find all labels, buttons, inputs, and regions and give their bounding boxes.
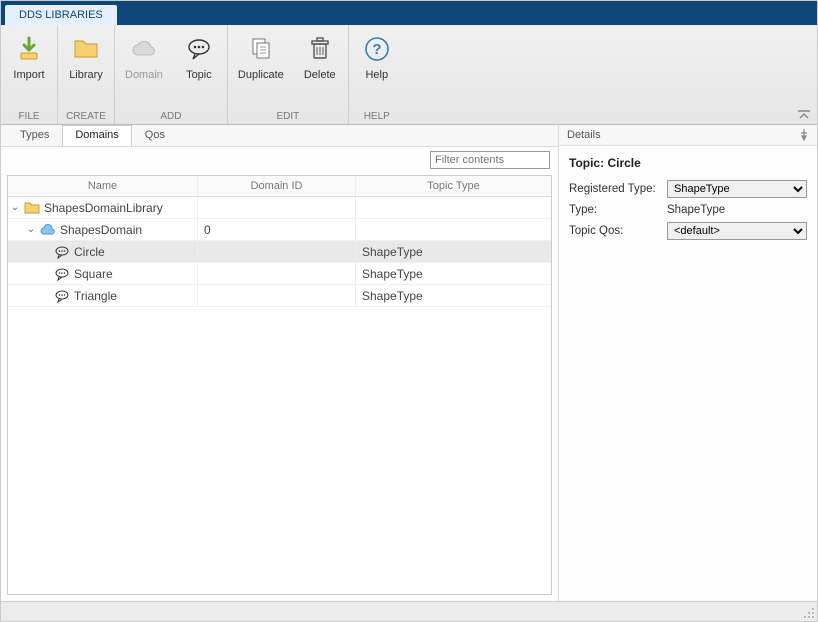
resize-grip-icon[interactable] [803,607,815,619]
topic-qos-label: Topic Qos: [569,225,659,237]
col-domainid[interactable]: Domain ID [198,176,356,196]
delete-label: Delete [304,69,336,81]
ribbon-group-file-label: FILE [7,109,51,124]
ribbon: Import FILE Library CREATE [1,25,817,125]
pin-icon[interactable] [799,129,809,141]
import-icon [13,33,45,65]
svg-text:?: ? [372,41,381,58]
tree-header: Name Domain ID Topic Type [8,176,551,197]
domain-label: Domain [125,69,163,81]
import-label: Import [13,69,44,81]
app-window: DDS LIBRARIES Import FILE [0,0,818,622]
title-tabstrip: DDS LIBRARIES [1,1,817,25]
ribbon-group-help: ? Help HELP [349,25,405,124]
type-value: ShapeType [667,204,725,216]
topic-type-cell: ShapeType [356,263,551,284]
ribbon-group-create-label: CREATE [64,109,108,124]
topic-small-icon [54,289,70,303]
topic-type-cell: ShapeType [356,241,551,262]
details-header-label: Details [567,129,601,141]
topic-button[interactable]: Topic [177,29,221,85]
cloud-icon [128,33,160,65]
details-body: Topic: Circle Registered Type: ShapeType… [559,146,817,256]
topic-type-cell: ShapeType [356,285,551,306]
library-button[interactable]: Library [64,29,108,85]
topic-label: Topic [186,69,212,81]
domain-tree[interactable]: Name Domain ID Topic Type ⌄ ShapesDomain… [7,175,552,595]
statusbar [1,601,817,621]
trash-icon [304,33,336,65]
duplicate-icon [245,33,277,65]
topic-name: Triangle [74,289,117,303]
topic-name: Square [74,267,113,281]
duplicate-button[interactable]: Duplicate [234,29,288,85]
tree-row-topic[interactable]: Square ShapeType [8,263,551,285]
folder-icon [70,33,102,65]
col-name[interactable]: Name [8,176,198,196]
tree-row-domain[interactable]: ⌄ ShapesDomain 0 [8,219,551,241]
ribbon-group-file: Import FILE [1,25,58,124]
ribbon-group-create: Library CREATE [58,25,115,124]
library-label: Library [69,69,103,81]
left-panel: Types Domains Qos Name Domain ID Topic T… [1,125,559,601]
delete-button[interactable]: Delete [298,29,342,85]
subtabs: Types Domains Qos [1,125,558,147]
tab-domains[interactable]: Domains [62,125,131,146]
help-label: Help [365,69,388,81]
details-title: Topic: Circle [569,156,807,170]
expand-toggle[interactable]: ⌄ [26,224,36,235]
ribbon-collapse-button[interactable] [797,110,811,120]
topic-name: Circle [74,245,105,259]
body: Types Domains Qos Name Domain ID Topic T… [1,125,817,601]
tree-row-topic[interactable]: Circle ShapeType [8,241,551,263]
tab-qos[interactable]: Qos [132,125,178,146]
details-header: Details [559,125,817,146]
ribbon-group-add: Domain Topic ADD [115,25,228,124]
topic-small-icon [54,267,70,281]
tree-row-library[interactable]: ⌄ ShapesDomainLibrary [8,197,551,219]
ribbon-group-add-label: ADD [121,109,221,124]
filter-row [7,147,552,175]
col-topictype[interactable]: Topic Type [356,176,551,196]
registered-type-select[interactable]: ShapeType [667,180,807,198]
domain-name: ShapesDomain [60,223,142,237]
folder-small-icon [24,201,40,215]
title-tab-dds-libraries[interactable]: DDS LIBRARIES [5,5,117,25]
registered-type-label: Registered Type: [569,183,659,195]
library-name: ShapesDomainLibrary [44,201,163,215]
ribbon-group-edit-label: EDIT [234,109,342,124]
domain-button: Domain [121,29,167,85]
help-icon: ? [361,33,393,65]
type-label: Type: [569,204,659,216]
help-button[interactable]: ? Help [355,29,399,85]
tab-types[interactable]: Types [7,125,62,146]
import-button[interactable]: Import [7,29,51,85]
field-topic-qos: Topic Qos: <default> [569,222,807,240]
ribbon-group-help-label: HELP [355,109,399,124]
field-registered-type: Registered Type: ShapeType [569,180,807,198]
filter-input[interactable] [430,151,550,169]
topic-icon [183,33,215,65]
cloud-small-icon [40,223,56,237]
tree-row-topic[interactable]: Triangle ShapeType [8,285,551,307]
details-panel: Details Topic: Circle Registered Type: S… [559,125,817,601]
expand-toggle[interactable]: ⌄ [10,202,20,213]
topic-small-icon [54,245,70,259]
field-type: Type: ShapeType [569,204,807,216]
duplicate-label: Duplicate [238,69,284,81]
ribbon-group-edit: Duplicate Delete EDIT [228,25,349,124]
domain-id-cell: 0 [198,219,356,240]
topic-qos-select[interactable]: <default> [667,222,807,240]
